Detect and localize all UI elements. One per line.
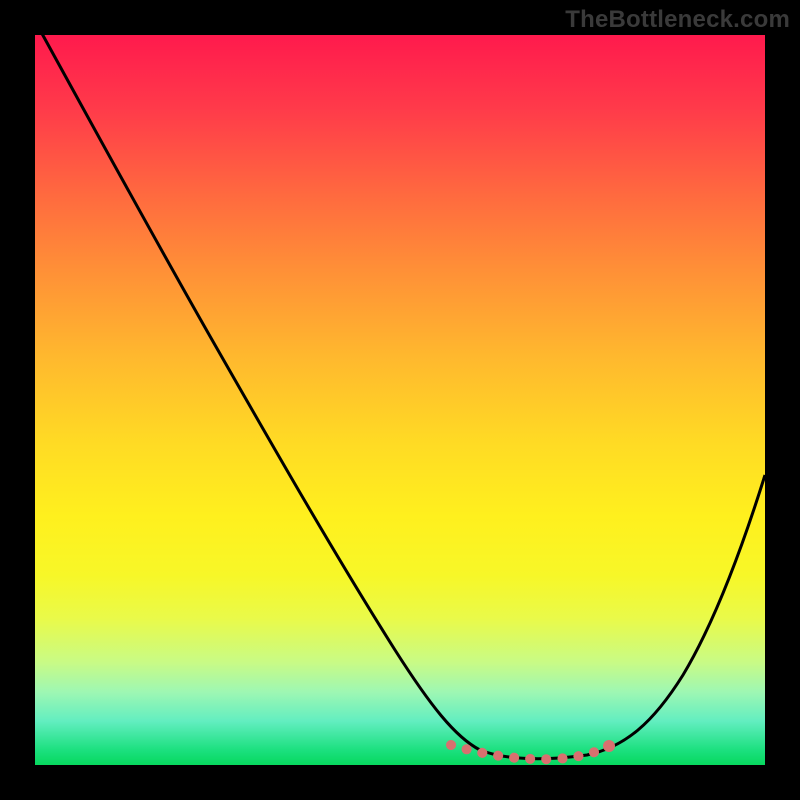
optimal-end-dot bbox=[603, 740, 615, 752]
bottleneck-curve bbox=[40, 30, 765, 759]
gradient-plot-area bbox=[35, 35, 765, 765]
chart-frame: TheBottleneck.com bbox=[0, 0, 800, 800]
curve-layer bbox=[35, 35, 765, 765]
watermark-text: TheBottleneck.com bbox=[565, 6, 790, 34]
